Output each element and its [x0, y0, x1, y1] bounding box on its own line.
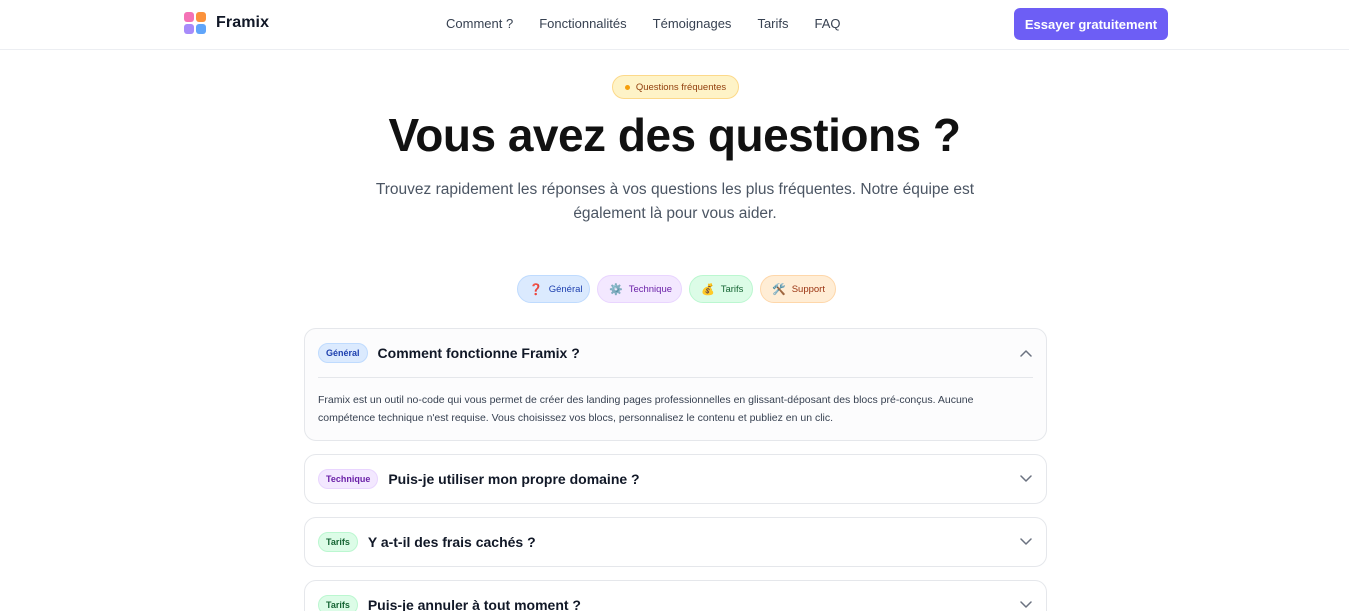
chevron-down-icon: [1019, 535, 1033, 549]
try-free-button[interactable]: Essayer gratuitement: [1014, 8, 1168, 40]
nav-link-faq[interactable]: FAQ: [815, 16, 841, 31]
page-subtitle: Trouvez rapidement les réponses à vos qu…: [375, 181, 975, 222]
faq-answer: Framix est un outil no-code qui vous per…: [318, 394, 974, 424]
section-badge: Questions fréquentes: [612, 75, 739, 99]
nav-link-fonctionnalites[interactable]: Fonctionnalités: [539, 16, 626, 31]
faq-question-toggle[interactable]: Tarifs Y a-t-il des frais cachés ?: [318, 518, 1033, 566]
nav-link-tarifs[interactable]: Tarifs: [757, 16, 788, 31]
faq-item: Général Comment fonctionne Framix ? Fram…: [304, 328, 1047, 441]
faq-item: Technique Puis-je utiliser mon propre do…: [304, 454, 1047, 504]
filter-label: Technique: [628, 283, 673, 295]
chevron-down-icon: [1019, 472, 1033, 486]
tools-icon: 🛠️: [772, 283, 786, 296]
category-filters: ❓ Général ⚙️ Technique 💰 Tarifs 🛠️ Suppo…: [517, 275, 836, 303]
faq-item: Tarifs Puis-je annuler à tout moment ?: [304, 580, 1047, 611]
filter-technique[interactable]: ⚙️ Technique: [597, 275, 682, 303]
brand-name: Framix: [216, 14, 270, 31]
faq-question-toggle[interactable]: Général Comment fonctionne Framix ?: [318, 329, 1033, 377]
money-bag-icon: 💰: [701, 283, 715, 296]
question-mark-icon: ❓: [529, 283, 543, 296]
chevron-up-icon: [1019, 346, 1033, 360]
faq-question-toggle[interactable]: Technique Puis-je utiliser mon propre do…: [318, 455, 1033, 503]
faq-question: Comment fonctionne Framix ?: [377, 345, 580, 361]
filter-support[interactable]: 🛠️ Support: [760, 275, 836, 303]
nav-link-comment[interactable]: Comment ?: [446, 16, 513, 31]
faq-question: Puis-je annuler à tout moment ?: [367, 597, 581, 611]
faq-question: Puis-je utiliser mon propre domaine ?: [388, 471, 640, 487]
filter-label: Général: [548, 283, 583, 295]
site-header: Framix Comment ? Fonctionnalités Témoign…: [0, 0, 1349, 50]
filter-general[interactable]: ❓ Général: [517, 275, 590, 303]
faq-item: Tarifs Y a-t-il des frais cachés ?: [304, 517, 1047, 567]
filter-tarifs[interactable]: 💰 Tarifs: [689, 275, 753, 303]
dot-icon: [624, 84, 630, 90]
category-tag: Technique: [318, 469, 379, 489]
page-title: Vous avez des questions ?: [388, 109, 961, 161]
category-tag: Tarifs: [318, 532, 358, 552]
main-nav: Comment ? Fonctionnalités Témoignages Ta…: [446, 16, 867, 31]
category-tag: Général: [318, 343, 368, 363]
section-badge-label: Questions fréquentes: [635, 81, 727, 93]
divider: [318, 377, 1033, 378]
faq-question: Y a-t-il des frais cachés ?: [367, 534, 536, 550]
faq-question-toggle[interactable]: Tarifs Puis-je annuler à tout moment ?: [318, 581, 1033, 611]
framix-logo-icon: [184, 12, 206, 34]
filter-label: Support: [791, 283, 825, 295]
gear-icon: ⚙️: [609, 283, 623, 296]
brand-logo[interactable]: Framix: [184, 12, 269, 34]
category-tag: Tarifs: [318, 595, 358, 611]
chevron-down-icon: [1019, 598, 1033, 611]
filter-label: Tarifs: [720, 283, 744, 295]
nav-link-temoignages[interactable]: Témoignages: [653, 16, 732, 31]
